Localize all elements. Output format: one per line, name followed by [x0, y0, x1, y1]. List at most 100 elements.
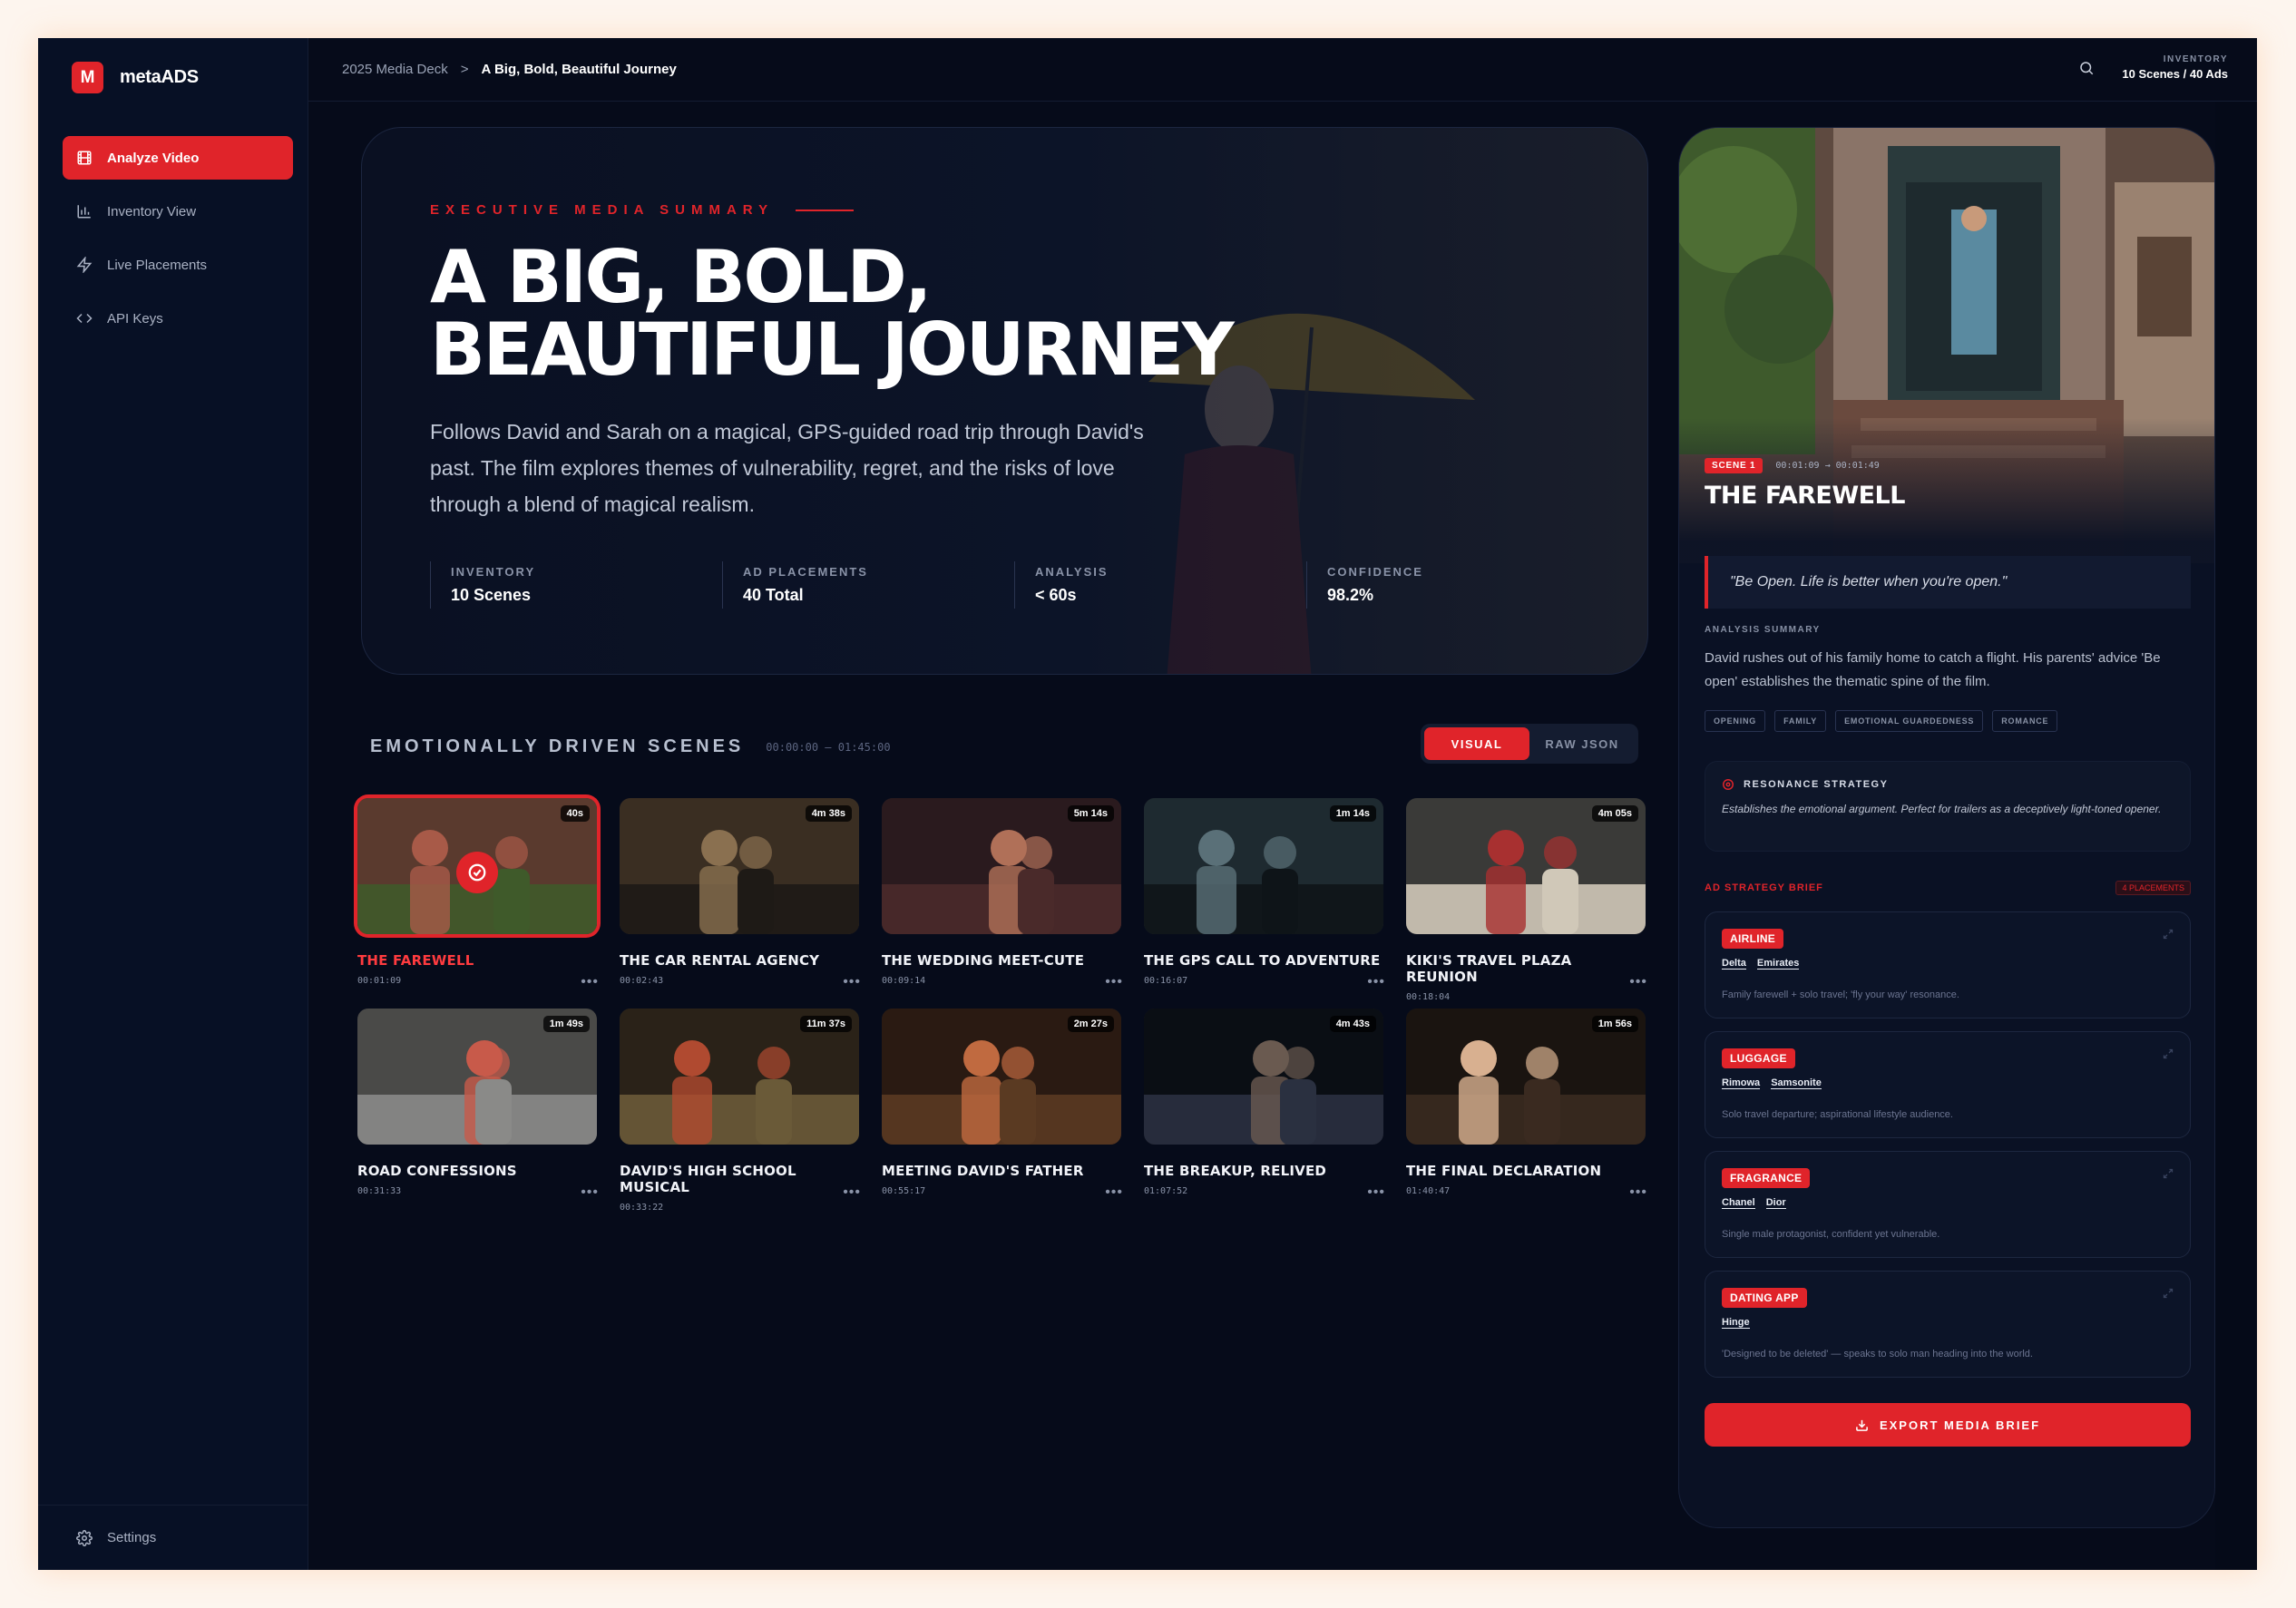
brand-link[interactable]: Delta [1722, 958, 1746, 970]
scene-card[interactable]: 1m 49s ROAD CONFESSIONS 00:31:33 ••• [357, 1009, 599, 1219]
stat-value: 10 Scenes [451, 586, 532, 604]
view-toggle: VISUAL RAW JSON [1421, 724, 1638, 764]
stat-value: 40 Total [743, 586, 804, 604]
brand-link[interactable]: Rimowa [1722, 1077, 1761, 1089]
tab-raw-json[interactable]: RAW JSON [1529, 727, 1635, 760]
brand-link[interactable]: Hinge [1722, 1317, 1750, 1329]
scene-card[interactable]: 1m 14s THE GPS CALL TO ADVENTURE 00:16:07 •… [1144, 798, 1385, 1009]
scenes-title: EMOTIONALLY DRIVEN SCENES [370, 736, 745, 756]
scene-timecode: 00:55:17 [882, 1186, 926, 1196]
sidebar-item-label: Analyze Video [107, 150, 200, 166]
scene-thumbnail[interactable]: 5m 14s [882, 798, 1121, 934]
scene-title: THE WEDDING MEET-CUTE [882, 952, 1085, 969]
scene-thumbnail[interactable]: 2m 27s [882, 1009, 1121, 1145]
more-options-icon[interactable]: ••• [581, 1184, 599, 1201]
expand-icon[interactable] [2163, 929, 2174, 940]
scene-thumbnail[interactable]: 1m 56s [1406, 1009, 1646, 1145]
search-icon[interactable] [2078, 60, 2095, 76]
scene-grid: 40s THE FAREWELL 00:01:09 ••• 4m 38s THE CAR … [357, 798, 1660, 1219]
tag-chip[interactable]: OPENING [1705, 710, 1766, 732]
scene-card[interactable]: 4m 05s KIKI'S TRAVEL PLAZA REUNION 00:18:0… [1406, 798, 1647, 1009]
sidebar-item-label: API Keys [107, 310, 163, 326]
breadcrumb-root[interactable]: 2025 Media Deck [342, 62, 448, 77]
stat-label: CONFIDENCE [1327, 565, 1423, 579]
tag-chip[interactable]: FAMILY [1774, 710, 1827, 732]
brand-link[interactable]: Dior [1765, 1197, 1786, 1209]
placement-note: 'Designed to be deleted' — speaks to sol… [1722, 1349, 2033, 1359]
more-options-icon[interactable]: ••• [581, 974, 599, 990]
scene-card[interactable]: 40s THE FAREWELL 00:01:09 ••• [357, 798, 599, 1009]
more-options-icon[interactable]: ••• [1629, 1184, 1647, 1201]
scene-thumbnail[interactable]: 4m 38s [620, 798, 859, 934]
brand-link[interactable]: Samsonite [1771, 1077, 1822, 1089]
app-window: M metaADS Analyze Video Inventory View L… [38, 38, 2257, 1570]
sidebar-item-inventory-view[interactable]: Inventory View [63, 190, 293, 233]
placement-card[interactable]: DATING APP Hinge 'Designed to be deleted' … [1705, 1271, 2191, 1378]
code-icon [76, 313, 93, 324]
resonance-strategy-card: RESONANCE STRATEGY Establishes the emoti… [1705, 761, 2191, 852]
more-options-icon[interactable]: ••• [1367, 974, 1385, 990]
ad-strategy-brief-header: AD STRATEGY BRIEF 4 PLACEMENTS [1705, 881, 2191, 895]
stat-inventory: INVENTORY 10 Scenes [430, 561, 722, 609]
scene-thumbnail[interactable]: 4m 43s [1144, 1009, 1383, 1145]
sidebar-item-settings[interactable]: Settings [38, 1505, 308, 1570]
placement-brands: Rimowa Samsonite [1722, 1077, 2174, 1089]
scene-thumbnail[interactable]: 11m 37s [620, 1009, 859, 1145]
placement-card[interactable]: LUGGAGE Rimowa Samsonite Solo travel depart… [1705, 1031, 2191, 1138]
inventory-label: INVENTORY [2163, 54, 2228, 64]
scene-title: THE FINAL DECLARATION [1406, 1163, 1602, 1179]
sidebar-nav: Analyze Video Inventory View Live Placem… [63, 136, 293, 350]
expand-icon[interactable] [2163, 1288, 2174, 1299]
more-options-icon[interactable]: ••• [1367, 1184, 1385, 1201]
placement-list: AIRLINE Delta Emirates Family farewell + so… [1705, 911, 2191, 1390]
scene-card[interactable]: 5m 14s THE WEDDING MEET-CUTE 00:09:14 ••• [882, 798, 1123, 1009]
scene-duration-badge: 2m 27s [1067, 1016, 1114, 1032]
scene-title: THE FAREWELL [357, 952, 474, 969]
export-media-brief-button[interactable]: EXPORT MEDIA BRIEF [1705, 1403, 2191, 1447]
scene-card[interactable]: 2m 27s MEETING DAVID'S FATHER 00:55:17 ••• [882, 1009, 1123, 1219]
more-options-icon[interactable]: ••• [843, 1184, 861, 1201]
scene-title: DAVID'S HIGH SCHOOL MUSICAL [620, 1163, 796, 1195]
tag-chip[interactable]: EMOTIONAL GUARDEDNESS [1835, 710, 1984, 732]
sidebar-item-analyze-video[interactable]: Analyze Video [63, 136, 293, 180]
scene-card[interactable]: 4m 43s THE BREAKUP, RELIVED 01:07:52 ••• [1144, 1009, 1385, 1219]
scene-card[interactable]: 1m 56s THE FINAL DECLARATION 01:40:47 ••• [1406, 1009, 1647, 1219]
scene-title: THE FAREWELL [1705, 482, 1905, 510]
scene-timecode: 00:02:43 [620, 976, 664, 986]
hero-eyebrow: EXECUTIVE MEDIA SUMMARY [430, 202, 1382, 218]
scene-thumbnail[interactable]: 4m 05s [1406, 798, 1646, 934]
more-options-icon[interactable]: ••• [1105, 974, 1123, 990]
scenes-header: EMOTIONALLY DRIVEN SCENES 00:00:00 — 01:… [370, 736, 891, 757]
placement-category-badge: LUGGAGE [1722, 1048, 1795, 1068]
scene-thumbnail[interactable]: 40s [357, 798, 597, 934]
more-options-icon[interactable]: ••• [1105, 1184, 1123, 1201]
sidebar-item-api-keys[interactable]: API Keys [63, 297, 293, 340]
top-header: 2025 Media Deck > A Big, Bold, Beautiful… [308, 38, 2257, 102]
scene-quote: "Be Open. Life is better when you're ope… [1705, 556, 2191, 609]
placement-category-badge: DATING APP [1722, 1288, 1807, 1308]
brand-logo-icon: M [72, 62, 103, 93]
ad-strategy-brief-title: AD STRATEGY BRIEF [1705, 882, 1823, 893]
stat-value: 98.2% [1327, 586, 1374, 604]
analysis-summary: David rushes out of his family home to c… [1705, 650, 2161, 689]
placement-card[interactable]: FRAGRANCE Chanel Dior Single male protagoni… [1705, 1151, 2191, 1258]
more-options-icon[interactable]: ••• [843, 974, 861, 990]
expand-icon[interactable] [2163, 1048, 2174, 1059]
scene-timecode: 01:07:52 [1144, 1186, 1188, 1196]
stat-ad-placements: AD PLACEMENTS 40 Total [722, 561, 1014, 609]
stat-label: ANALYSIS [1035, 565, 1109, 579]
scene-card[interactable]: 4m 38s THE CAR RENTAL AGENCY 00:02:43 ••• [620, 798, 861, 1009]
brand-link[interactable]: Emirates [1756, 958, 1800, 970]
sidebar-item-live-placements[interactable]: Live Placements [63, 243, 293, 287]
expand-icon[interactable] [2163, 1168, 2174, 1179]
tab-visual[interactable]: VISUAL [1424, 727, 1529, 760]
scene-card[interactable]: 11m 37s DAVID'S HIGH SCHOOL MUSICAL 00:33:… [620, 1009, 861, 1219]
scene-thumbnail[interactable]: 1m 49s [357, 1009, 597, 1145]
tag-chip[interactable]: ROMANCE [1992, 710, 2058, 732]
brand-link[interactable]: Chanel [1722, 1197, 1755, 1209]
scene-thumbnail[interactable]: 1m 14s [1144, 798, 1383, 934]
header-actions: INVENTORY 10 Scenes / 40 Ads [2078, 54, 2228, 81]
more-options-icon[interactable]: ••• [1629, 974, 1647, 990]
brand[interactable]: M metaADS [72, 62, 199, 93]
placement-card[interactable]: AIRLINE Delta Emirates Family farewell + so… [1705, 911, 2191, 1018]
